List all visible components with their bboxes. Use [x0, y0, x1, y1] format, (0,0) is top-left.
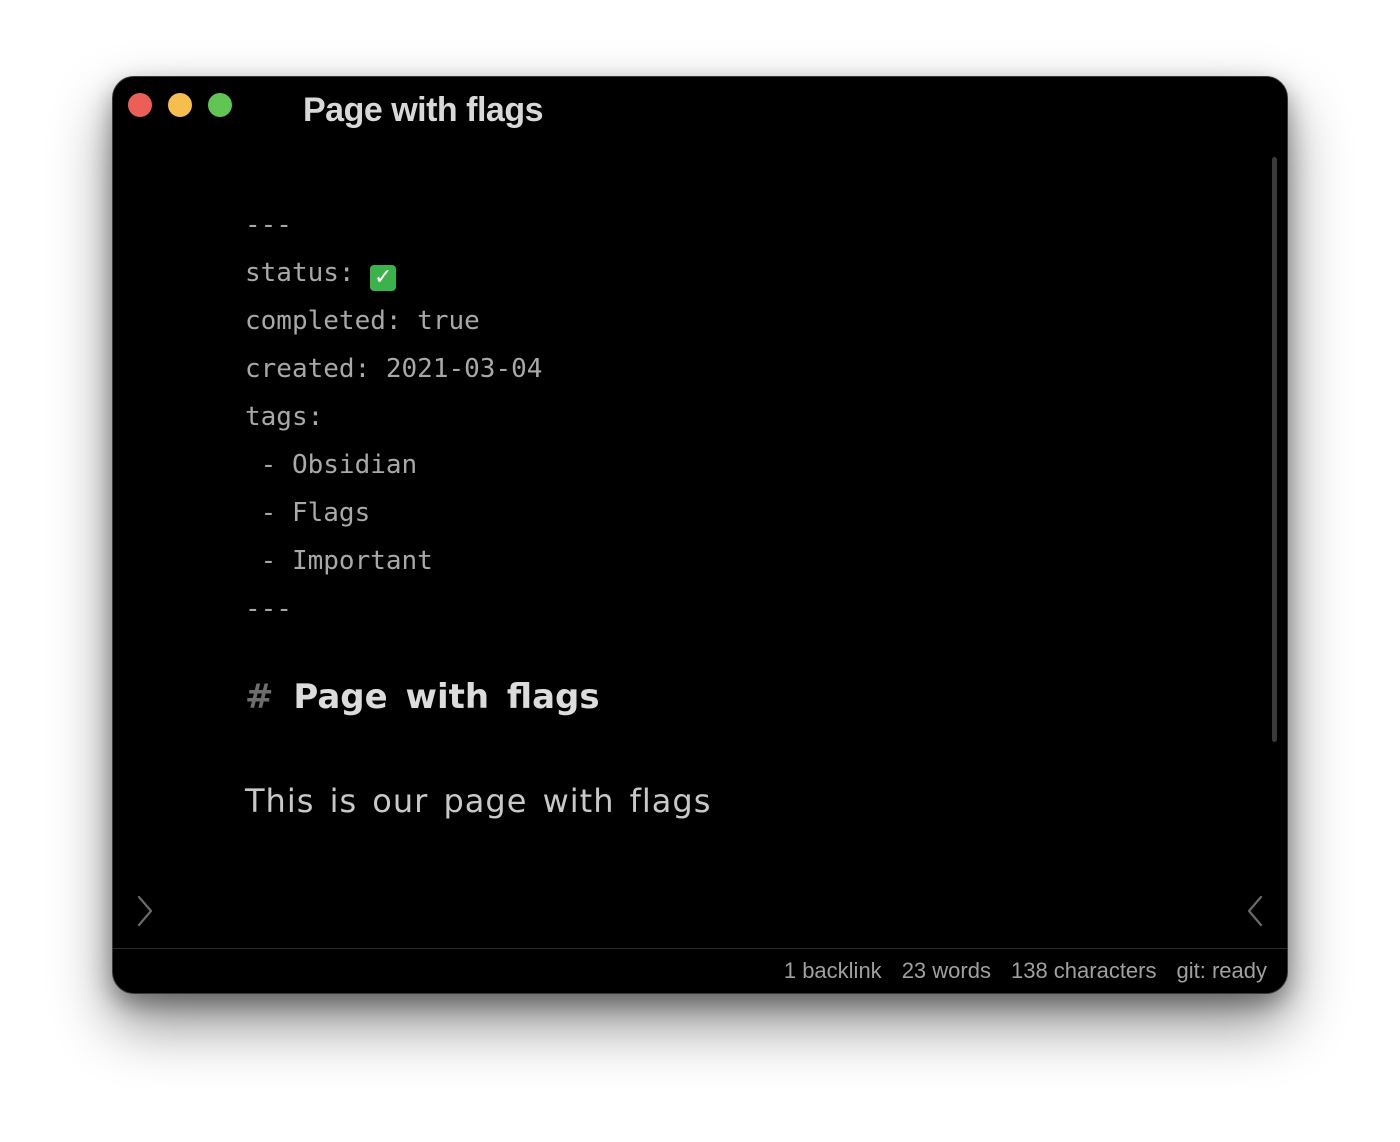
frontmatter-completed-line: completed: true: [245, 306, 480, 336]
backlink-count[interactable]: 1 backlink: [784, 958, 882, 984]
git-status[interactable]: git: ready: [1177, 958, 1268, 984]
heading-text: Page with flags: [293, 677, 600, 717]
status-bar: 1 backlink 23 words 138 characters git: …: [113, 948, 1287, 993]
app-window: Page with flags --- status: ✓ completed:…: [112, 76, 1288, 994]
frontmatter-status-line: status: ✓: [245, 249, 711, 297]
editor-scrollbar[interactable]: [1272, 157, 1277, 742]
editor-content[interactable]: --- status: ✓ completed: true created: 2…: [245, 201, 711, 825]
character-count: 138 characters: [1010, 958, 1157, 983]
chevron-right-icon: [137, 895, 153, 927]
status-key: status:: [245, 258, 371, 288]
page-heading: # Page with flags: [245, 673, 711, 721]
expand-right-sidebar-button[interactable]: [1243, 893, 1267, 929]
frontmatter-close-delimiter: ---: [245, 594, 292, 624]
heading-marker: #: [245, 677, 274, 717]
frontmatter-tag-item: - Important: [245, 546, 433, 576]
check-mark-icon: ✓: [370, 265, 397, 291]
paragraph: This is our page with flags: [245, 782, 712, 820]
word-count: 23 words: [901, 958, 991, 983]
maximize-window-button[interactable]: [208, 93, 232, 117]
minimize-window-button[interactable]: [168, 93, 192, 117]
traffic-lights: [128, 93, 232, 117]
frontmatter-open-delimiter: ---: [245, 210, 292, 240]
window-title: Page with flags: [303, 91, 544, 129]
chevron-left-icon: [1247, 895, 1263, 927]
frontmatter-tag-item: - Obsidian: [245, 450, 418, 480]
frontmatter-created-line: created: 2021-03-04: [245, 354, 543, 384]
expand-left-sidebar-button[interactable]: [133, 893, 157, 929]
frontmatter-tag-item: - Flags: [245, 498, 371, 528]
close-window-button[interactable]: [128, 93, 152, 117]
frontmatter-tags-line: tags:: [245, 402, 324, 432]
